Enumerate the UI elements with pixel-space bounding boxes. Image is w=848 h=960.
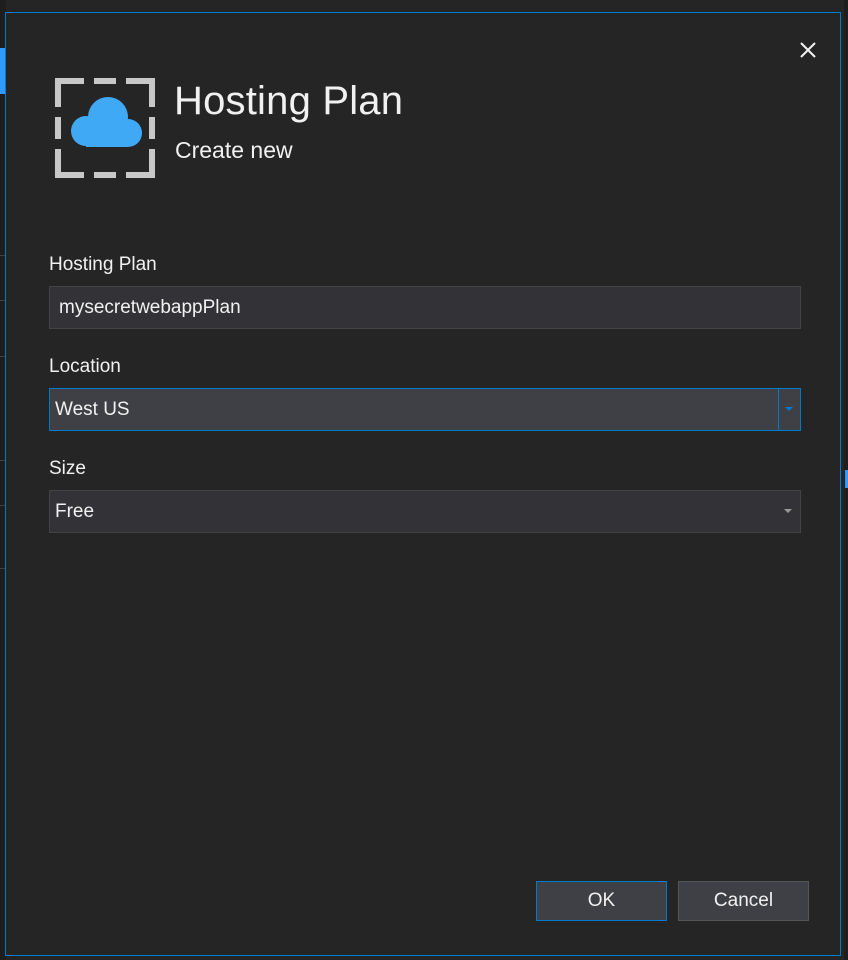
dialog-subtitle: Create new (175, 137, 293, 163)
cloud-frame-icon (54, 77, 156, 179)
hosting-plan-dialog: Hosting Plan Create new Hosting Plan Loc… (5, 12, 841, 956)
dialog-title: Hosting Plan (174, 79, 404, 123)
location-dropdown-button[interactable] (778, 389, 800, 430)
chevron-down-icon (785, 407, 793, 411)
close-icon (800, 42, 816, 58)
hosting-plan-label: Hosting Plan (49, 254, 157, 275)
location-dropdown[interactable]: West US (49, 388, 801, 431)
size-label: Size (49, 458, 86, 479)
hosting-plan-input[interactable] (49, 286, 801, 329)
chevron-down-icon (784, 509, 792, 513)
ok-button[interactable]: OK (536, 881, 667, 921)
size-dropdown[interactable]: Free (49, 490, 801, 533)
location-label: Location (49, 356, 121, 377)
size-selected-value: Free (55, 501, 95, 522)
close-button[interactable] (796, 38, 820, 62)
cancel-button[interactable]: Cancel (678, 881, 809, 921)
size-dropdown-button[interactable] (778, 491, 800, 532)
location-selected-value: West US (55, 399, 130, 420)
